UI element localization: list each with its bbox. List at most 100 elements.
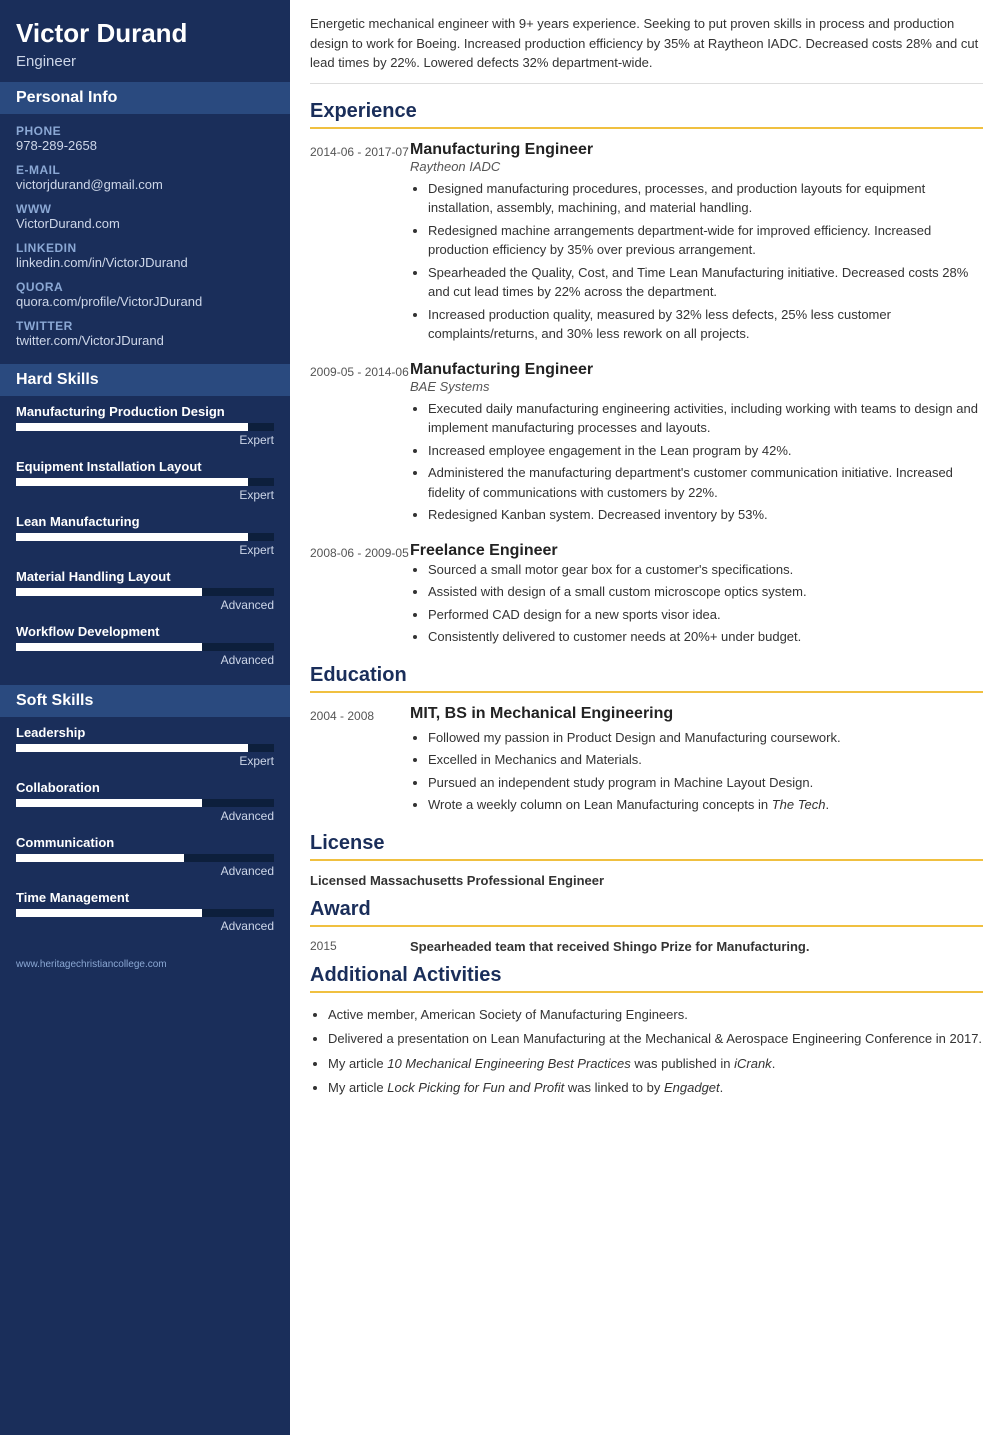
personal-phone: Phone 978-289-2658 bbox=[16, 124, 274, 153]
skill-bar-fill bbox=[16, 478, 248, 486]
skill-bar-bg bbox=[16, 533, 274, 541]
exp-bullet: Sourced a small motor gear box for a cus… bbox=[428, 560, 983, 580]
soft-skill-item: Time Management Advanced bbox=[16, 890, 274, 933]
personal-www: WWW VictorDurand.com bbox=[16, 202, 274, 231]
exp-company: BAE Systems bbox=[410, 379, 983, 394]
www-value: VictorDurand.com bbox=[16, 216, 274, 231]
experience-title: Experience bbox=[310, 100, 983, 129]
footer-url: www.heritagechristiancollege.com bbox=[0, 951, 290, 978]
personal-email: E-mail victorjdurand@gmail.com bbox=[16, 163, 274, 192]
experience-section: 2014-06 - 2017-07 Manufacturing Engineer… bbox=[310, 141, 983, 650]
exp-bullet: Designed manufacturing procedures, proce… bbox=[428, 179, 983, 218]
hard-skill-item: Lean Manufacturing Expert bbox=[16, 514, 274, 557]
exp-date: 2014-06 - 2017-07 bbox=[310, 141, 410, 347]
skill-name: Workflow Development bbox=[16, 624, 274, 639]
award-title: Award bbox=[310, 898, 983, 927]
personal-twitter: Twitter twitter.com/VictorJDurand bbox=[16, 319, 274, 348]
exp-bullets: Designed manufacturing procedures, proce… bbox=[410, 179, 983, 344]
license-title: License bbox=[310, 832, 983, 861]
linkedin-value: linkedin.com/in/VictorJDurand bbox=[16, 255, 274, 270]
exp-company: Raytheon IADC bbox=[410, 159, 983, 174]
skill-level: Advanced bbox=[16, 653, 274, 667]
quora-label: Quora bbox=[16, 280, 274, 294]
exp-content: Manufacturing Engineer Raytheon IADC Des… bbox=[410, 141, 983, 347]
exp-bullet: Redesigned machine arrangements departme… bbox=[428, 221, 983, 260]
personal-linkedin: LinkedIn linkedin.com/in/VictorJDurand bbox=[16, 241, 274, 270]
hard-skill-item: Material Handling Layout Advanced bbox=[16, 569, 274, 612]
skill-bar-fill bbox=[16, 799, 202, 807]
exp-role: Manufacturing Engineer bbox=[410, 361, 983, 379]
personal-quora: Quora quora.com/profile/VictorJDurand bbox=[16, 280, 274, 309]
skill-bar-fill bbox=[16, 643, 202, 651]
skill-name: Material Handling Layout bbox=[16, 569, 274, 584]
twitter-value: twitter.com/VictorJDurand bbox=[16, 333, 274, 348]
skill-bar-bg bbox=[16, 854, 274, 862]
education-item: 2004 - 2008 MIT, BS in Mechanical Engine… bbox=[310, 705, 983, 818]
sidebar-header: Victor Durand Engineer bbox=[0, 0, 290, 82]
skill-name: Equipment Installation Layout bbox=[16, 459, 274, 474]
resume-container: Victor Durand Engineer Personal Info Pho… bbox=[0, 0, 1003, 1435]
edu-date: 2004 - 2008 bbox=[310, 705, 410, 818]
soft-skill-item: Collaboration Advanced bbox=[16, 780, 274, 823]
license-item: Licensed Massachusetts Professional Engi… bbox=[310, 873, 983, 888]
skill-bar-bg bbox=[16, 588, 274, 596]
skill-level: Expert bbox=[16, 543, 274, 557]
skill-name: Communication bbox=[16, 835, 274, 850]
exp-bullets: Executed daily manufacturing engineering… bbox=[410, 399, 983, 525]
award-item: 2015 Spearheaded team that received Shin… bbox=[310, 939, 983, 954]
email-value: victorjdurand@gmail.com bbox=[16, 177, 274, 192]
exp-bullet: Increased employee engagement in the Lea… bbox=[428, 441, 983, 461]
exp-role: Manufacturing Engineer bbox=[410, 141, 983, 159]
soft-skills-section: Leadership Expert Collaboration Advanced… bbox=[0, 717, 290, 951]
skill-bar-fill bbox=[16, 423, 248, 431]
skill-name: Collaboration bbox=[16, 780, 274, 795]
skill-bar-bg bbox=[16, 478, 274, 486]
skill-level: Advanced bbox=[16, 809, 274, 823]
award-year: 2015 bbox=[310, 939, 410, 954]
edu-bullet: Wrote a weekly column on Lean Manufactur… bbox=[428, 795, 983, 815]
quora-value: quora.com/profile/VictorJDurand bbox=[16, 294, 274, 309]
award-text: Spearheaded team that received Shingo Pr… bbox=[410, 939, 983, 954]
personal-info-section: Phone 978-289-2658 E-mail victorjdurand@… bbox=[0, 114, 290, 364]
candidate-title: Engineer bbox=[16, 53, 274, 70]
personal-info-label: Personal Info bbox=[0, 82, 290, 114]
skill-name: Manufacturing Production Design bbox=[16, 404, 274, 419]
exp-date: 2009-05 - 2014-06 bbox=[310, 361, 410, 528]
www-label: WWW bbox=[16, 202, 274, 216]
hard-skill-item: Manufacturing Production Design Expert bbox=[16, 404, 274, 447]
edu-bullet: Followed my passion in Product Design an… bbox=[428, 728, 983, 748]
phone-label: Phone bbox=[16, 124, 274, 138]
activity-item: My article 10 Mechanical Engineering Bes… bbox=[328, 1054, 983, 1074]
hard-skills-label: Hard Skills bbox=[0, 364, 290, 396]
exp-bullet: Executed daily manufacturing engineering… bbox=[428, 399, 983, 438]
skill-bar-bg bbox=[16, 744, 274, 752]
license-text: Licensed Massachusetts Professional Engi… bbox=[310, 873, 983, 888]
main-content: Energetic mechanical engineer with 9+ ye… bbox=[290, 0, 1003, 1435]
skill-bar-fill bbox=[16, 744, 248, 752]
edu-bullets: Followed my passion in Product Design an… bbox=[410, 728, 983, 815]
candidate-name: Victor Durand bbox=[16, 18, 274, 49]
skill-name: Lean Manufacturing bbox=[16, 514, 274, 529]
skill-bar-bg bbox=[16, 909, 274, 917]
exp-content: Freelance Engineer Sourced a small motor… bbox=[410, 542, 983, 650]
skill-level: Expert bbox=[16, 754, 274, 768]
skill-bar-fill bbox=[16, 588, 202, 596]
education-title: Education bbox=[310, 664, 983, 693]
education-section: 2004 - 2008 MIT, BS in Mechanical Engine… bbox=[310, 705, 983, 818]
soft-skill-item: Communication Advanced bbox=[16, 835, 274, 878]
skill-bar-fill bbox=[16, 533, 248, 541]
activity-item: My article Lock Picking for Fun and Prof… bbox=[328, 1078, 983, 1098]
phone-value: 978-289-2658 bbox=[16, 138, 274, 153]
skill-level: Advanced bbox=[16, 919, 274, 933]
twitter-label: Twitter bbox=[16, 319, 274, 333]
skill-level: Expert bbox=[16, 488, 274, 502]
skill-level: Expert bbox=[16, 433, 274, 447]
activities-title: Additional Activities bbox=[310, 964, 983, 993]
edu-bullet: Excelled in Mechanics and Materials. bbox=[428, 750, 983, 770]
experience-item: 2008-06 - 2009-05 Freelance Engineer Sou… bbox=[310, 542, 983, 650]
activity-item: Delivered a presentation on Lean Manufac… bbox=[328, 1029, 983, 1049]
edu-degree: MIT, BS in Mechanical Engineering bbox=[410, 705, 983, 723]
soft-skill-item: Leadership Expert bbox=[16, 725, 274, 768]
hard-skill-item: Workflow Development Advanced bbox=[16, 624, 274, 667]
exp-bullet: Performed CAD design for a new sports vi… bbox=[428, 605, 983, 625]
